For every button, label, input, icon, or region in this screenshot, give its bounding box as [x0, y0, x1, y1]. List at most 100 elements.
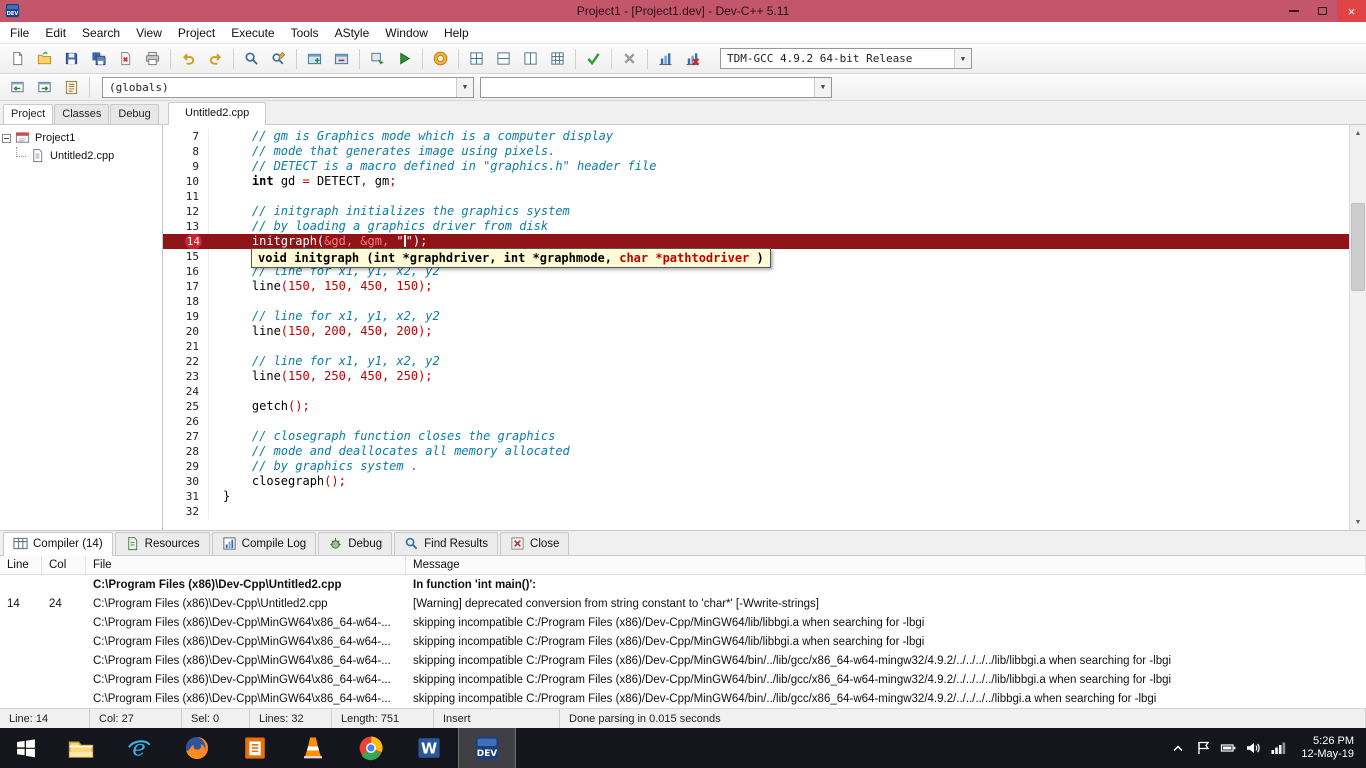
volume-icon[interactable] [1245, 740, 1261, 756]
report-tab-resources[interactable]: Resources [114, 532, 210, 555]
code-text[interactable]: closegraph(); [219, 474, 346, 489]
editor-line-7[interactable]: 7 // gm is Graphics mode which is a comp… [163, 129, 1349, 144]
taskbar-app-dev-cpp[interactable]: DEV [458, 728, 516, 768]
code-text[interactable] [219, 339, 223, 354]
taskbar-app-office-app[interactable] [226, 728, 284, 768]
code-text[interactable] [219, 414, 223, 429]
print-button[interactable] [139, 47, 166, 71]
code-text[interactable]: line(150, 200, 450, 200); [219, 324, 433, 339]
compile-button[interactable] [364, 47, 391, 71]
code-text[interactable] [219, 504, 223, 519]
editor-line-24[interactable]: 24 [163, 384, 1349, 399]
syntax-check-button[interactable] [580, 47, 607, 71]
left-tab-classes[interactable]: Classes [54, 104, 110, 124]
editor-line-17[interactable]: 17 line(150, 150, 450, 150); [163, 279, 1349, 294]
taskbar-app-file-explorer[interactable] [52, 728, 110, 768]
line-number-30[interactable]: 30 [163, 474, 209, 489]
compiler-profile-combo[interactable]: TDM-GCC 4.9.2 64-bit Release [720, 48, 972, 69]
editor-line-21[interactable]: 21 [163, 339, 1349, 354]
menu-item-tools[interactable]: Tools [283, 24, 327, 42]
compiler-message-row-4[interactable]: C:\Program Files (x86)\Dev-Cpp\MinGW64\x… [0, 632, 1366, 651]
code-editor[interactable]: 7 // gm is Graphics mode which is a comp… [163, 125, 1349, 530]
line-number-8[interactable]: 8 [163, 144, 209, 159]
project-add-button[interactable] [490, 47, 517, 71]
editor-line-20[interactable]: 20 line(150, 200, 450, 200); [163, 324, 1349, 339]
code-text[interactable]: // gm is Graphics mode which is a comput… [219, 129, 613, 144]
code-text[interactable]: // by loading a graphics driver from dis… [219, 219, 548, 234]
open-project-button[interactable] [328, 47, 355, 71]
editor-line-26[interactable]: 26 [163, 414, 1349, 429]
menu-item-astyle[interactable]: AStyle [327, 24, 378, 42]
editor-line-23[interactable]: 23 line(150, 250, 450, 250); [163, 369, 1349, 384]
code-text[interactable]: getch(); [219, 399, 310, 414]
chevron-down-icon[interactable] [814, 77, 831, 97]
new-project-button[interactable] [301, 47, 328, 71]
line-number-10[interactable]: 10 [163, 174, 209, 189]
editor-line-25[interactable]: 25 getch(); [163, 399, 1349, 414]
code-text[interactable] [219, 294, 223, 309]
menu-item-execute[interactable]: Execute [223, 24, 282, 42]
code-text[interactable]: // line for x1, y1, x2, y2 [219, 309, 440, 324]
code-text[interactable] [219, 249, 223, 264]
tree-node-project[interactable]: Project1 [2, 129, 160, 147]
code-text[interactable]: line(150, 150, 450, 150); [219, 279, 433, 294]
taskbar-clock[interactable]: 5:26 PM 12-May-19 [1295, 735, 1354, 761]
report-tab-find-results[interactable]: Find Results [394, 532, 499, 555]
editor-line-27[interactable]: 27 // closegraph function closes the gra… [163, 429, 1349, 444]
profile-button[interactable] [652, 47, 679, 71]
code-text[interactable]: int gd = DETECT, gm; [219, 174, 397, 189]
taskbar-app-internet-explorer[interactable]: e [110, 728, 168, 768]
start-button[interactable] [0, 728, 52, 768]
action-center-icon[interactable] [1195, 740, 1211, 756]
replace-button[interactable] [265, 47, 292, 71]
run-button[interactable] [391, 47, 418, 71]
save-button[interactable] [58, 47, 85, 71]
close-file-button[interactable] [112, 47, 139, 71]
editor-line-11[interactable]: 11 [163, 189, 1349, 204]
menu-item-help[interactable]: Help [436, 24, 477, 42]
line-number-22[interactable]: 22 [163, 354, 209, 369]
goto-declaration-button[interactable] [4, 75, 31, 99]
taskbar-app-word[interactable]: W [400, 728, 458, 768]
editor-line-12[interactable]: 12 // initgraph initializes the graphics… [163, 204, 1349, 219]
breakpoint-marker[interactable]: 14 [184, 234, 202, 249]
line-number-26[interactable]: 26 [163, 414, 209, 429]
menu-item-project[interactable]: Project [170, 24, 223, 42]
close-button[interactable] [1337, 0, 1366, 22]
tree-node-file[interactable]: Untitled2.cpp [2, 147, 160, 165]
globals-combo[interactable]: (globals) [102, 76, 474, 98]
compiler-message-row-3[interactable]: C:\Program Files (x86)\Dev-Cpp\MinGW64\x… [0, 613, 1366, 632]
line-number-7[interactable]: 7 [163, 129, 209, 144]
taskbar-app-vlc[interactable] [284, 728, 342, 768]
code-text[interactable]: // DETECT is a macro defined in "graphic… [219, 159, 657, 174]
tree-collapse-icon[interactable] [2, 133, 11, 143]
editor-line-18[interactable]: 18 [163, 294, 1349, 309]
editor-line-8[interactable]: 8 // mode that generates image using pix… [163, 144, 1349, 159]
editor-line-31[interactable]: 31} [163, 489, 1349, 504]
scroll-up-arrow[interactable] [1350, 125, 1366, 141]
new-file-button[interactable] [4, 47, 31, 71]
editor-line-14[interactable]: 14 initgraph(&gd, &gm, " "); [163, 234, 1349, 249]
menu-item-search[interactable]: Search [74, 24, 128, 42]
redo-button[interactable] [202, 47, 229, 71]
members-combo[interactable] [480, 76, 832, 98]
maximize-button[interactable] [1308, 0, 1337, 22]
editor-line-29[interactable]: 29 // by graphics system . [163, 459, 1349, 474]
report-tab-debug[interactable]: Debug [318, 532, 393, 555]
line-number-15[interactable]: 15 [163, 249, 209, 264]
editor-line-32[interactable]: 32 [163, 504, 1349, 519]
editor-vertical-scrollbar[interactable] [1349, 125, 1366, 530]
goto-definition-button[interactable] [31, 75, 58, 99]
code-text[interactable]: // line for x1, y1, x2, y2 [219, 354, 440, 369]
abort-compilation-button[interactable] [616, 47, 643, 71]
line-number-9[interactable]: 9 [163, 159, 209, 174]
code-text[interactable]: line(150, 250, 450, 250); [219, 369, 433, 384]
menu-item-view[interactable]: View [128, 24, 170, 42]
taskbar-app-firefox[interactable] [168, 728, 226, 768]
line-number-25[interactable]: 25 [163, 399, 209, 414]
compiler-message-row-7[interactable]: C:\Program Files (x86)\Dev-Cpp\MinGW64\x… [0, 689, 1366, 708]
scroll-down-arrow[interactable] [1350, 514, 1366, 530]
line-number-18[interactable]: 18 [163, 294, 209, 309]
editor-line-22[interactable]: 22 // line for x1, y1, x2, y2 [163, 354, 1349, 369]
line-number-17[interactable]: 17 [163, 279, 209, 294]
